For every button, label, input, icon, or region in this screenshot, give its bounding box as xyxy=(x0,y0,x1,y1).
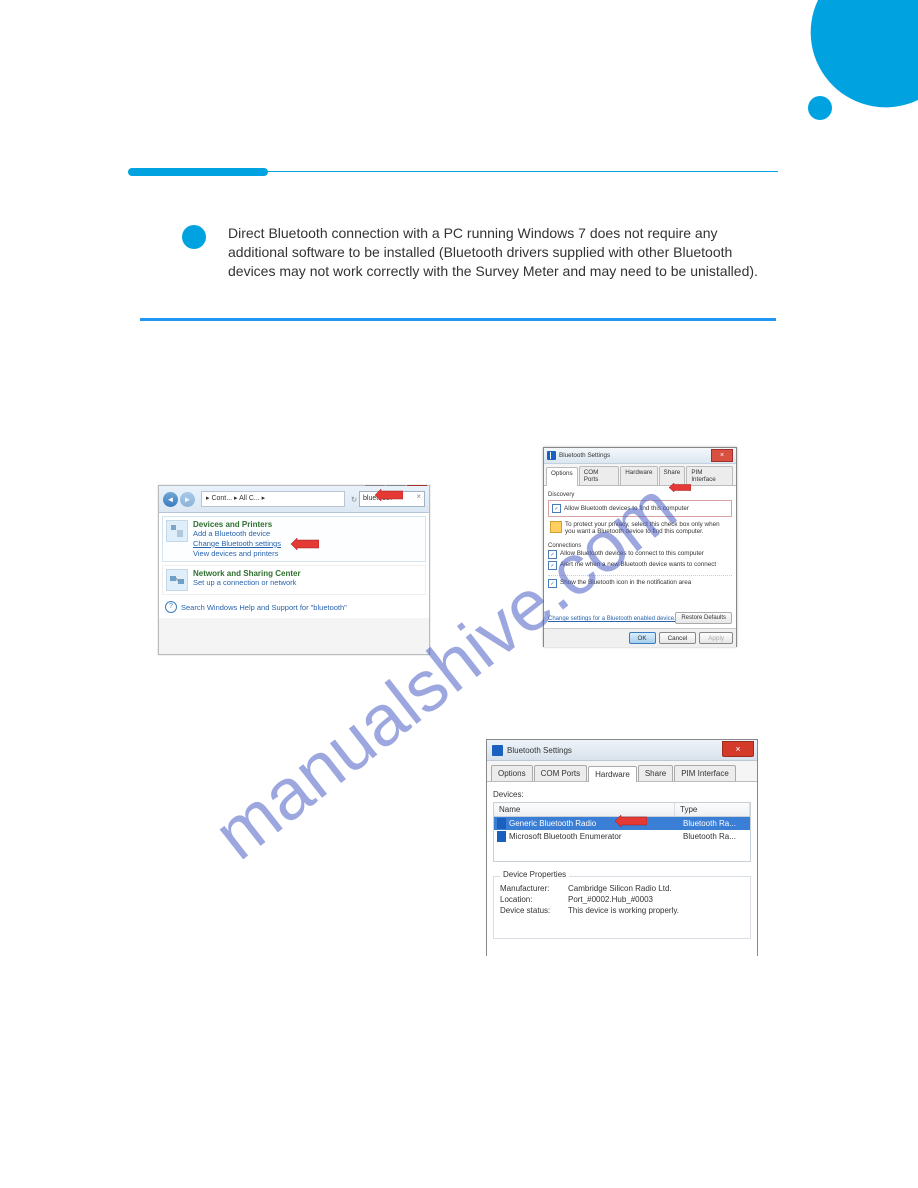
breadcrumb[interactable]: ▸ Cont... ▸ All C... ▸ xyxy=(201,491,345,507)
ok-button[interactable]: OK xyxy=(629,632,656,644)
apply-button[interactable]: Apply xyxy=(699,632,733,644)
manu-key: Manufacturer: xyxy=(500,884,568,893)
screenshot-bluetooth-options: Bluetooth Settings × Options COM Ports H… xyxy=(543,447,737,647)
link-add-device[interactable]: Add a Bluetooth device xyxy=(193,529,281,539)
bluetooth-icon xyxy=(497,818,506,829)
section-divider-mid xyxy=(140,318,776,321)
bluetooth-icon xyxy=(497,831,506,842)
devices-label: Devices: xyxy=(493,790,751,799)
close-button[interactable]: × xyxy=(711,449,733,462)
tab-com[interactable]: COM Ports xyxy=(534,765,588,781)
cancel-button[interactable]: Cancel xyxy=(659,632,697,644)
link-change-bluetooth[interactable]: Change Bluetooth settings xyxy=(193,539,281,549)
devices-table: Name Type Generic Bluetooth Radio Blueto… xyxy=(493,802,751,862)
warning-icon xyxy=(550,521,562,533)
tab-hardware[interactable]: Hardware xyxy=(588,766,637,782)
conn-allow-checkbox[interactable]: ✓ xyxy=(548,550,557,559)
tab-com[interactable]: COM Ports xyxy=(579,466,620,485)
manu-val: Cambridge Silicon Radio Ltd. xyxy=(568,884,672,893)
bullet-text: Direct Bluetooth connection with a PC ru… xyxy=(228,224,758,281)
show-icon-label: Show the Bluetooth icon in the notificat… xyxy=(560,579,691,586)
nav-back-button[interactable]: ◄ xyxy=(163,492,178,507)
close-button[interactable]: × xyxy=(722,741,754,757)
result-header: Devices and Printers xyxy=(193,520,281,529)
discovery-checkbox-label: Allow Bluetooth devices to find this com… xyxy=(564,505,689,512)
section-divider-top xyxy=(128,168,778,176)
nav-forward-button[interactable]: ► xyxy=(180,492,195,507)
help-icon: ? xyxy=(165,601,177,613)
col-type[interactable]: Type xyxy=(675,803,750,816)
loc-key: Location: xyxy=(500,895,568,904)
conn-alert-label: Alert me when a new Bluetooth device wan… xyxy=(560,561,716,568)
link-view-devices[interactable]: View devices and printers xyxy=(193,549,281,559)
tab-pim[interactable]: PIM Interface xyxy=(674,765,736,781)
bullet-dot xyxy=(182,225,206,249)
warning-text: To protect your privacy, select this che… xyxy=(565,521,730,535)
tab-share[interactable]: Share xyxy=(638,765,673,781)
tab-options[interactable]: Options xyxy=(491,765,533,781)
devices-printers-icon xyxy=(166,520,188,542)
dialog-title: Bluetooth Settings xyxy=(559,452,711,459)
device-row-enumerator[interactable]: Microsoft Bluetooth Enumerator Bluetooth… xyxy=(494,830,750,843)
conn-alert-checkbox[interactable]: ✓ xyxy=(548,561,557,570)
screenshot-control-panel: _ ☐ × ◄ ► ▸ Cont... ▸ All C... ▸ ↻ bluet… xyxy=(158,485,430,655)
discovery-checkbox[interactable]: ✓ xyxy=(552,504,561,513)
stat-val: This device is working properly. xyxy=(568,906,679,915)
tab-hardware[interactable]: Hardware xyxy=(620,466,657,485)
tab-pim[interactable]: PIM Interface xyxy=(686,466,733,485)
red-arrow-icon xyxy=(669,483,691,492)
red-arrow-icon xyxy=(291,538,319,550)
conn-allow-label: Allow Bluetooth devices to connect to th… xyxy=(560,550,704,557)
screenshot-bluetooth-hardware: Bluetooth Settings × Options COM Ports H… xyxy=(486,739,758,956)
props-label: Device Properties xyxy=(500,870,569,879)
loc-val: Port_#0002.Hub_#0003 xyxy=(568,895,653,904)
restore-defaults-button[interactable]: Restore Defaults xyxy=(675,612,732,624)
help-search-link[interactable]: ? Search Windows Help and Support for "b… xyxy=(161,598,427,616)
corner-decoration xyxy=(758,0,918,150)
bluetooth-icon xyxy=(547,451,556,460)
result-header-network: Network and Sharing Center xyxy=(193,569,301,578)
dialog-title: Bluetooth Settings xyxy=(507,746,572,755)
bluetooth-icon xyxy=(492,745,503,756)
link-setup-connection[interactable]: Set up a connection or network xyxy=(193,578,301,588)
search-clear-icon[interactable]: × xyxy=(416,492,421,501)
result-network[interactable]: Network and Sharing Center Set up a conn… xyxy=(162,565,426,595)
red-arrow-icon xyxy=(615,815,647,827)
help-link[interactable]: Change settings for a Bluetooth enabled … xyxy=(548,616,676,622)
col-name[interactable]: Name xyxy=(494,803,675,816)
stat-key: Device status: xyxy=(500,906,568,915)
discovery-label: Discovery xyxy=(548,492,732,498)
red-arrow-icon xyxy=(375,489,403,501)
tab-options[interactable]: Options xyxy=(546,467,578,486)
show-icon-checkbox[interactable]: ✓ xyxy=(548,579,557,588)
network-icon xyxy=(166,569,188,591)
